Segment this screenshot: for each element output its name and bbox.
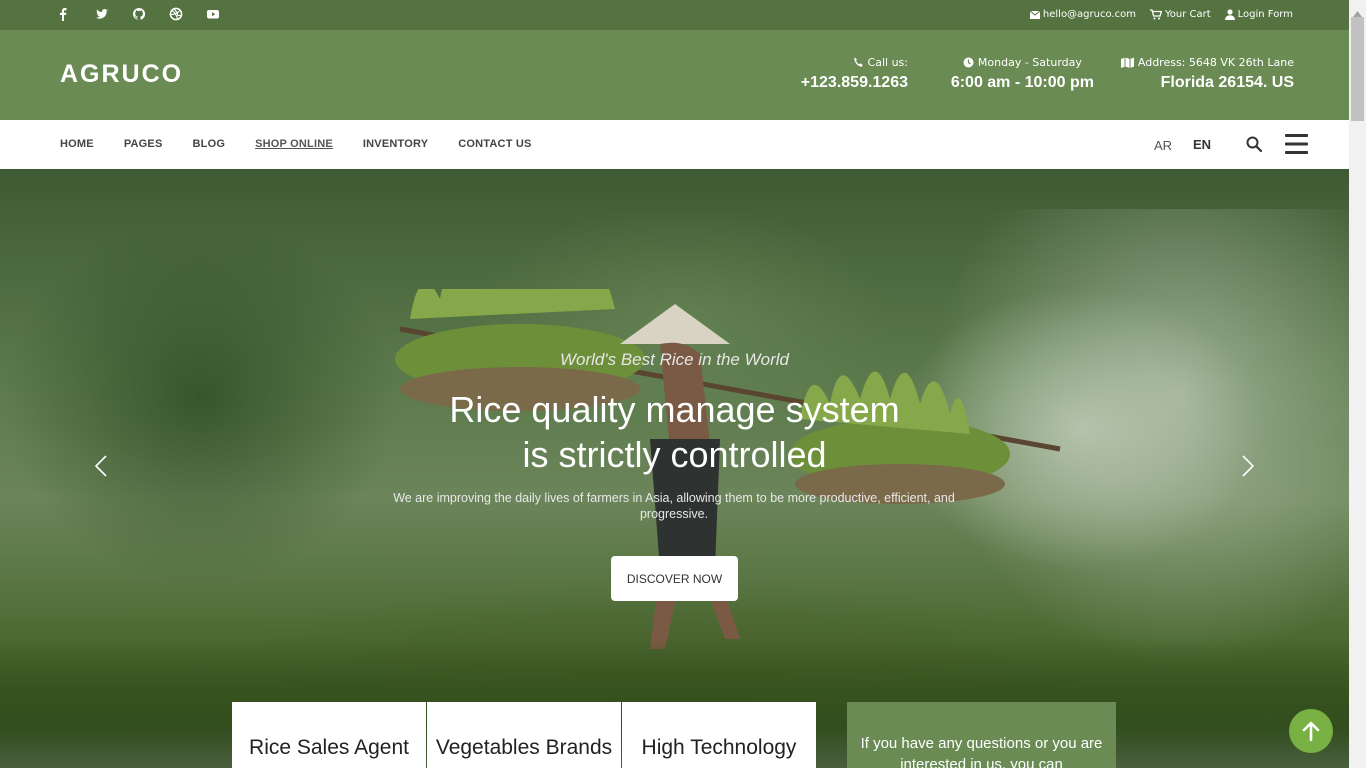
hero-subtitle: World's Best Rice in the World [559, 350, 790, 369]
contact-prompt-text: If you have any questions or you are int… [860, 735, 1103, 768]
nav-item-pages[interactable]: PAGES [124, 138, 163, 150]
phone-icon [853, 57, 863, 67]
login-text: Login Form [1237, 9, 1293, 20]
dribbble-icon[interactable] [169, 7, 206, 23]
hours-label: Monday - Saturday [977, 56, 1082, 69]
slider-prev-arrow-icon[interactable] [93, 455, 109, 482]
nav-item-contact-us[interactable]: CONTACT US [458, 138, 531, 150]
hours-value: 6:00 am - 10:00 pm [950, 74, 1094, 91]
nav-item-shop-online[interactable]: SHOP ONLINE [255, 138, 333, 150]
language-ar[interactable]: AR [1154, 138, 1172, 153]
cart-link[interactable]: Your Cart [1149, 9, 1211, 20]
nav-item-home[interactable]: HOME [60, 138, 94, 150]
top-bar: hello@agruco.com Your Cart Login Form [0, 0, 1349, 30]
nav-item-inventory[interactable]: INVENTORY [363, 138, 428, 150]
feature-card-vegetables-brands[interactable]: Vegetables Brands [427, 702, 621, 768]
call-label: Call us: [867, 56, 908, 69]
hero-slider: World's Best Rice in the World Rice qual… [0, 169, 1349, 768]
cart-icon [1149, 9, 1162, 20]
facebook-icon[interactable] [58, 7, 95, 23]
site-header: AGRUCO Call us: +123.859.1263 Monday - S… [0, 30, 1349, 120]
user-icon [1224, 9, 1235, 20]
youtube-icon[interactable] [206, 7, 243, 23]
feature-card-title: High Technology [641, 736, 797, 759]
hero-description: We are improving the daily lives of farm… [393, 491, 955, 521]
feature-card-title: Rice Sales Agent [249, 736, 409, 759]
search-icon[interactable] [1246, 136, 1263, 157]
arrow-up-icon [1302, 721, 1320, 741]
call-value[interactable]: +123.859.1263 [801, 74, 908, 92]
language-en[interactable]: EN [1193, 137, 1211, 152]
feature-card-rice-sales-agent[interactable]: Rice Sales Agent [232, 702, 426, 768]
social-links [58, 7, 243, 23]
email-text: hello@agruco.com [1042, 9, 1136, 20]
email-link[interactable]: hello@agruco.com [1029, 9, 1136, 20]
cart-text: Your Cart [1164, 9, 1211, 20]
hero-title-line-1: Rice quality manage system [449, 389, 900, 430]
hero-background-image [395, 289, 1061, 649]
hero-title-line-2: is strictly controlled [522, 434, 827, 475]
scroll-to-top-button[interactable] [1289, 709, 1333, 753]
slider-next-arrow-icon[interactable] [1240, 455, 1256, 482]
hamburger-menu-icon[interactable] [1285, 133, 1308, 160]
call-info: Call us: +123.859.1263 [801, 56, 908, 92]
map-icon [1120, 57, 1134, 68]
hero-title: Rice quality manage system is strictly c… [0, 387, 1349, 477]
login-link[interactable]: Login Form [1224, 9, 1293, 20]
scrollbar-up-arrow-icon[interactable] [1353, 4, 1362, 22]
clock-icon [963, 57, 974, 68]
hours-info: Monday - Saturday 6:00 am - 10:00 pm [951, 56, 1094, 92]
nav-menu: HOME PAGES BLOG SHOP ONLINE INVENTORY CO… [60, 138, 532, 150]
main-nav: HOME PAGES BLOG SHOP ONLINE INVENTORY CO… [0, 120, 1349, 169]
scrollbar-thumb[interactable] [1351, 17, 1364, 121]
envelope-icon [1029, 10, 1040, 19]
address-label: Address: 5648 VK 26th Lane [1137, 56, 1294, 69]
address-value: Florida 26154. US [1160, 74, 1294, 91]
address-info: Address: 5648 VK 26th Lane Florida 26154… [1120, 56, 1294, 92]
twitter-icon[interactable] [95, 7, 132, 23]
nav-item-blog[interactable]: BLOG [193, 138, 226, 150]
feature-card-title: Vegetables Brands [435, 736, 613, 759]
discover-now-button[interactable]: DISCOVER NOW [611, 556, 738, 601]
github-icon[interactable] [132, 7, 169, 23]
feature-card-high-technology[interactable]: High Technology [622, 702, 816, 768]
contact-prompt-box: If you have any questions or you are int… [847, 702, 1116, 768]
site-logo[interactable]: AGRUCO [60, 60, 183, 89]
